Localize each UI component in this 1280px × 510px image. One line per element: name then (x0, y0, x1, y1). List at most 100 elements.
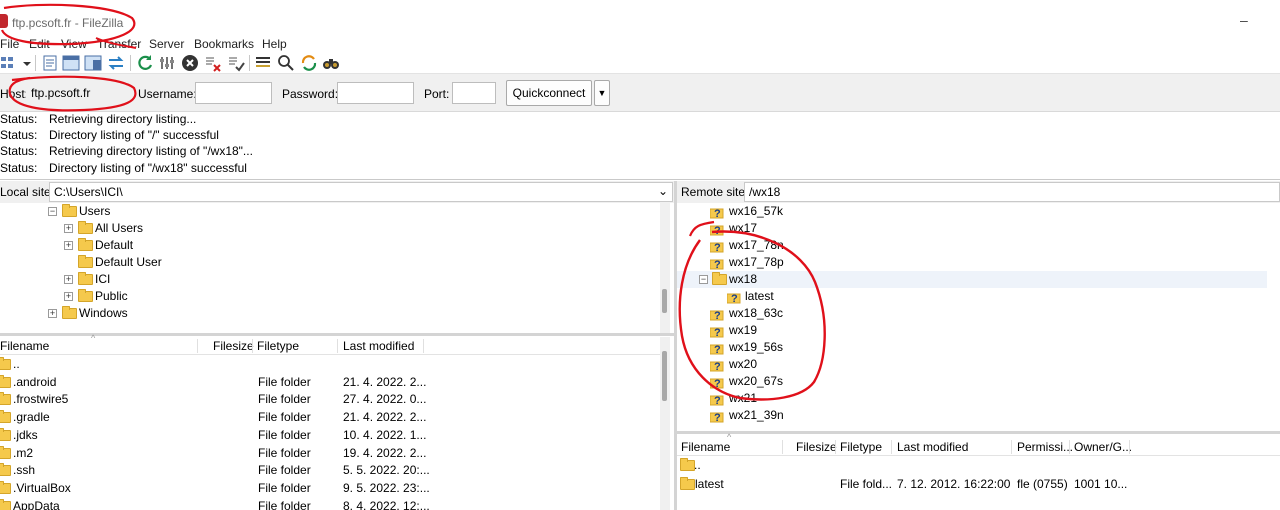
list-item[interactable]: .. (677, 456, 1280, 474)
port-input[interactable] (452, 82, 496, 104)
local-tree-scrollbar[interactable] (660, 203, 670, 333)
quickconnect-button[interactable]: Quickconnect (506, 80, 592, 106)
column-separator[interactable] (197, 339, 198, 353)
column-filetype[interactable]: Filetype (840, 440, 882, 454)
refresh-icon[interactable] (136, 54, 154, 72)
collapse-icon[interactable]: − (699, 275, 708, 284)
tree-item-users[interactable]: − Users (0, 203, 660, 220)
scrollbar-thumb[interactable] (662, 351, 667, 401)
remote-tree-item[interactable]: ? wx16_57k (677, 203, 1267, 220)
column-owner-group[interactable]: Owner/G... (1074, 440, 1132, 454)
column-separator[interactable] (1129, 440, 1130, 454)
username-input[interactable] (195, 82, 272, 104)
column-last-modified[interactable]: Last modified (897, 440, 968, 454)
remote-tree-item[interactable]: ? wx18_63c (677, 305, 1267, 322)
collapse-icon[interactable]: − (48, 207, 57, 216)
unknown-folder-icon: ? (710, 375, 724, 389)
svg-text:?: ? (714, 225, 721, 236)
process-queue-icon[interactable] (158, 54, 176, 72)
menu-bookmarks[interactable]: Bookmarks (194, 37, 254, 51)
list-item[interactable]: .android File folder 21. 4. 2022. 2... (0, 373, 660, 391)
minimize-button[interactable]: – (1240, 12, 1252, 32)
remote-tree-item[interactable]: ? wx19 (677, 322, 1267, 339)
remote-tree-item[interactable]: ? latest (677, 288, 1267, 305)
password-input[interactable] (337, 82, 414, 104)
find-icon[interactable] (322, 54, 340, 72)
unknown-folder-icon: ? (710, 392, 724, 406)
column-separator[interactable] (252, 339, 253, 353)
column-last-modified[interactable]: Last modified (343, 339, 414, 353)
tree-item-ici[interactable]: + ICI (0, 271, 660, 288)
toggle-message-log-icon[interactable] (41, 54, 59, 72)
column-separator[interactable] (337, 339, 338, 353)
menu-transfer[interactable]: Transfer (97, 37, 141, 51)
cancel-icon[interactable] (181, 54, 199, 72)
reconnect-icon[interactable] (227, 54, 245, 72)
column-separator[interactable] (1069, 440, 1070, 454)
list-item[interactable]: .m2 File folder 19. 4. 2022. 2... (0, 444, 660, 462)
list-item[interactable]: .VirtualBox File folder 9. 5. 2022. 23:.… (0, 479, 660, 497)
column-separator[interactable] (1011, 440, 1012, 454)
list-item[interactable]: .jdks File folder 10. 4. 2022. 1... (0, 426, 660, 444)
site-manager-icon[interactable] (0, 54, 18, 72)
column-filesize[interactable]: Filesize (796, 440, 837, 454)
filter-icon[interactable] (254, 54, 272, 72)
remote-tree-item[interactable]: ? wx19_56s (677, 339, 1267, 356)
host-input[interactable] (26, 82, 132, 104)
compare-icon[interactable] (277, 54, 295, 72)
dropdown-arrow-icon[interactable] (18, 54, 31, 72)
column-filename[interactable]: Filename (0, 339, 49, 353)
column-filesize[interactable]: Filesize (213, 339, 254, 353)
remote-splitter[interactable] (677, 431, 1280, 434)
menu-edit[interactable]: Edit (29, 37, 50, 51)
remote-tree-item[interactable]: ? wx17_78n (677, 237, 1267, 254)
menu-server[interactable]: Server (149, 37, 184, 51)
column-permissions[interactable]: Permissi... (1017, 440, 1073, 454)
remote-tree-item[interactable]: ? wx17_78p (677, 254, 1267, 271)
column-separator[interactable] (782, 440, 783, 454)
expand-icon[interactable]: + (64, 224, 73, 233)
list-item[interactable]: .frostwire5 File folder 27. 4. 2022. 0..… (0, 390, 660, 408)
quickconnect-dropdown-button[interactable]: ▼ (594, 80, 610, 106)
tree-item-public[interactable]: + Public (0, 288, 660, 305)
tree-item-all-users[interactable]: + All Users (0, 220, 660, 237)
toggle-local-tree-icon[interactable] (62, 54, 80, 72)
sync-browse-icon[interactable] (300, 54, 318, 72)
list-item[interactable]: .ssh File folder 5. 5. 2022. 20:... (0, 461, 660, 479)
tree-item-windows[interactable]: + Windows (0, 305, 660, 322)
expand-icon[interactable]: + (64, 241, 73, 250)
remote-tree-item-selected[interactable]: − wx18 (677, 271, 1267, 288)
remote-tree-item[interactable]: ? wx20 (677, 356, 1267, 373)
column-filetype[interactable]: Filetype (257, 339, 299, 353)
local-path-input[interactable]: C:\Users\ICI\ ⌄ (49, 182, 673, 202)
toggle-transfer-queue-icon[interactable] (107, 54, 125, 72)
expand-icon[interactable]: + (48, 309, 57, 318)
column-separator[interactable] (835, 440, 836, 454)
remote-tree-item[interactable]: ? wx17 (677, 220, 1267, 237)
menu-help[interactable]: Help (262, 37, 287, 51)
list-item[interactable]: AppData File folder 8. 4. 2022. 12:... (0, 497, 660, 510)
remote-tree-item[interactable]: ? wx21_39n (677, 407, 1267, 424)
local-list-scrollbar[interactable] (660, 337, 670, 510)
tree-item-default-user[interactable]: Default User (0, 254, 660, 271)
list-item[interactable]: .. (0, 355, 660, 373)
column-separator[interactable] (423, 339, 424, 353)
remote-tree-item[interactable]: ? wx20_67s (677, 373, 1267, 390)
menu-view[interactable]: View (61, 37, 87, 51)
list-item[interactable]: .gradle File folder 21. 4. 2022. 2... (0, 408, 660, 426)
column-filename[interactable]: Filename (681, 440, 730, 454)
chevron-down-icon[interactable]: ⌄ (658, 184, 668, 198)
local-splitter[interactable] (0, 333, 674, 336)
svg-text:?: ? (714, 327, 721, 338)
column-separator[interactable] (891, 440, 892, 454)
tree-item-default[interactable]: + Default (0, 237, 660, 254)
disconnect-icon[interactable] (204, 54, 222, 72)
menu-file[interactable]: File (0, 37, 19, 51)
expand-icon[interactable]: + (64, 292, 73, 301)
remote-path-input[interactable]: /wx18 (744, 182, 1280, 202)
toggle-remote-tree-icon[interactable] (84, 54, 102, 72)
remote-tree-item[interactable]: ? wx21 (677, 390, 1267, 407)
scrollbar-thumb[interactable] (662, 289, 667, 313)
expand-icon[interactable]: + (64, 275, 73, 284)
list-item[interactable]: latest File fold... 7. 12. 2012. 16:22:0… (677, 475, 1280, 493)
